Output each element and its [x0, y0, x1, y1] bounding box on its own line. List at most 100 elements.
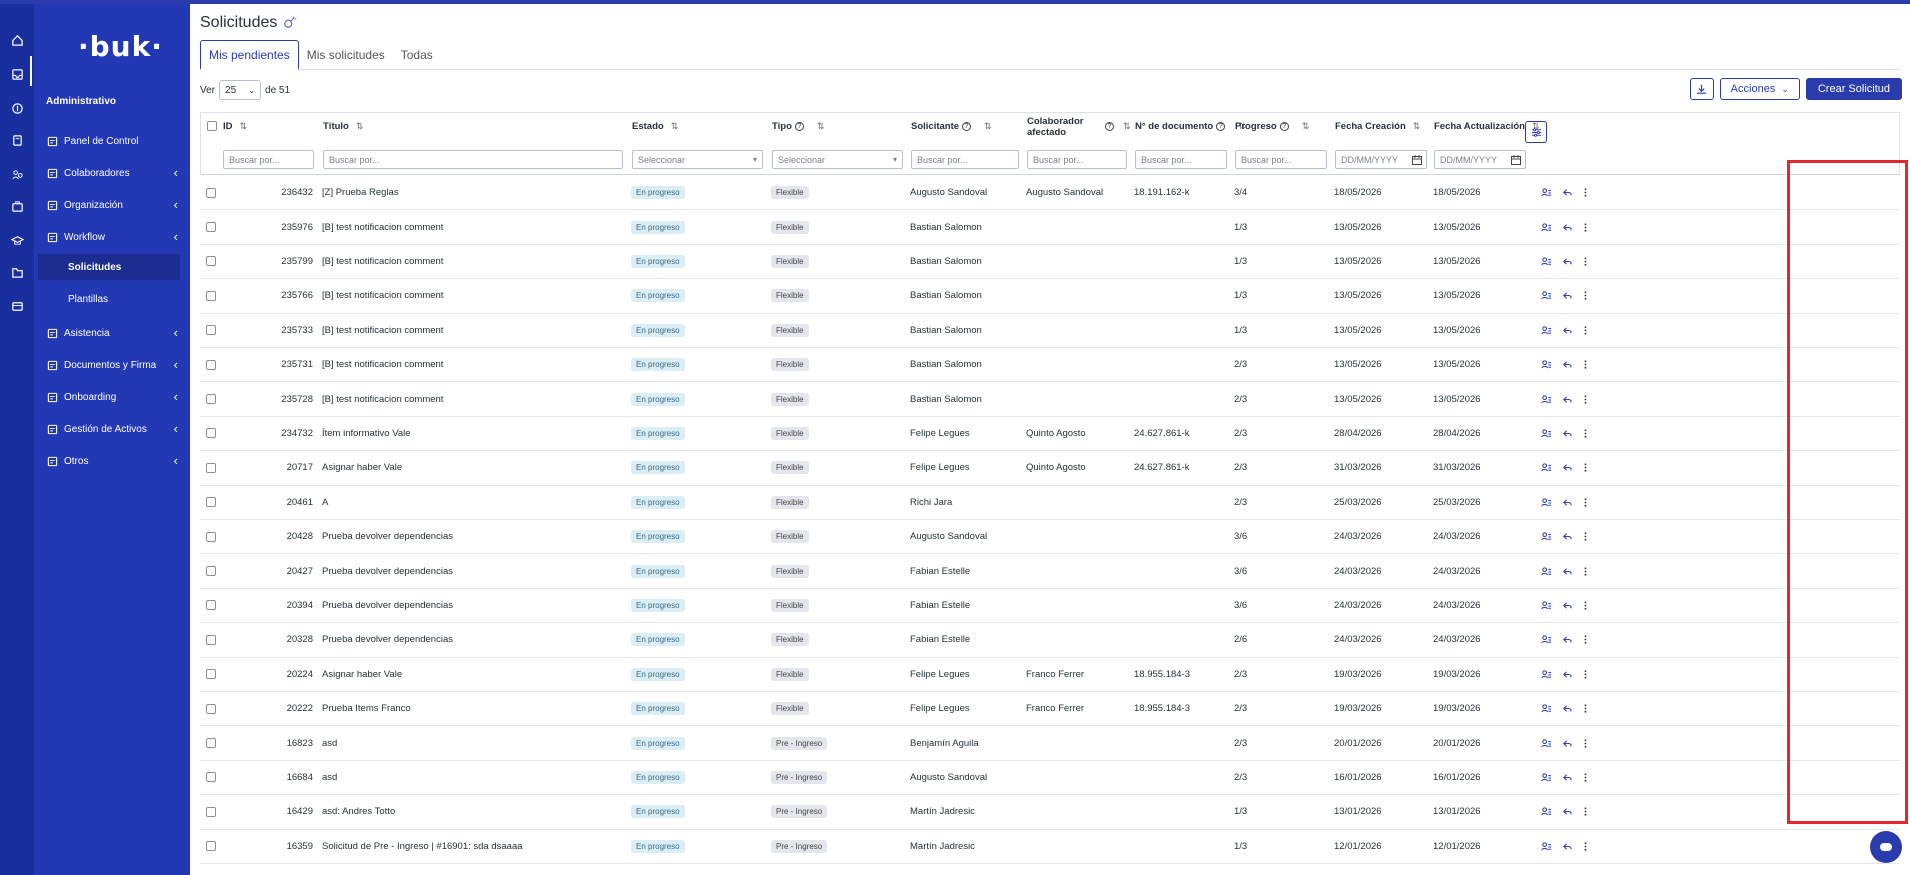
calculator-icon[interactable] — [9, 132, 25, 148]
calendar-icon[interactable] — [1511, 154, 1521, 165]
create-request-button[interactable]: Crear Solicitud — [1805, 78, 1902, 100]
help-icon[interactable]: ? — [1279, 122, 1289, 131]
more-options-icon[interactable] — [1580, 245, 1591, 278]
table-row[interactable]: 234732 Ítem informativo Vale En progreso Fl… — [200, 417, 1900, 452]
reply-icon[interactable] — [1562, 486, 1573, 519]
cell-titulo[interactable]: Prueba devolver dependencias — [322, 554, 453, 587]
cell-titulo[interactable]: [B] test notificacion comment — [322, 314, 443, 347]
table-row[interactable]: 20427 Prueba devolver dependencias En prog… — [200, 554, 1900, 589]
row-checkbox[interactable] — [206, 841, 216, 852]
sidebar-subitem-solicitudes[interactable]: Solicitudes — [38, 254, 180, 280]
cell-titulo[interactable]: Prueba Items Franco — [322, 692, 411, 725]
reply-icon[interactable] — [1562, 692, 1573, 725]
reply-icon[interactable] — [1562, 520, 1573, 553]
reply-icon[interactable] — [1562, 658, 1573, 691]
table-row[interactable]: 16359 Solicitud de Pre - Ingreso | #16901… — [200, 830, 1900, 864]
cell-titulo[interactable]: [B] test notificacion comment — [322, 348, 443, 381]
assign-user-icon[interactable] — [1541, 761, 1552, 794]
cell-titulo[interactable]: asd — [322, 726, 337, 759]
row-checkbox[interactable] — [206, 669, 216, 680]
money-icon[interactable] — [9, 100, 25, 116]
table-row[interactable]: 16429 asd: Andres Totto En progreso Pre - I… — [200, 795, 1900, 830]
chat-button[interactable] — [1870, 831, 1902, 863]
tab-mis-pendientes[interactable]: Mis pendientes — [200, 40, 299, 70]
filter-fecha-creacion-input[interactable]: DD/MM/YYYY — [1335, 150, 1427, 169]
reply-icon[interactable] — [1562, 761, 1573, 794]
row-checkbox[interactable] — [206, 428, 216, 439]
filter-titulo-input[interactable]: Buscar por... — [323, 150, 623, 169]
table-row[interactable]: 20717 Asignar haber Vale En progreso Flexib… — [200, 451, 1900, 486]
assign-user-icon[interactable] — [1541, 520, 1552, 553]
sidebar-item-panel-de-control[interactable]: Panel de Control — [46, 130, 182, 152]
reply-icon[interactable] — [1562, 830, 1573, 863]
graduation-icon[interactable] — [9, 232, 25, 248]
sidebar-item-asistencia[interactable]: Asistencia ‹ — [46, 322, 182, 344]
sort-icon[interactable]: ⇅ — [1123, 121, 1131, 132]
row-checkbox[interactable] — [206, 738, 216, 749]
assign-user-icon[interactable] — [1541, 726, 1552, 759]
table-row[interactable]: 236432 [Z] Prueba Reglas En progreso Flexib… — [200, 176, 1900, 211]
more-options-icon[interactable] — [1580, 658, 1591, 691]
header-progreso[interactable]: Progreso? ⇅ — [1235, 121, 1309, 132]
filter-fecha-actualizacion-input[interactable]: DD/MM/YYYY — [1434, 150, 1526, 169]
row-checkbox[interactable] — [206, 222, 216, 233]
header-fecha-creacion[interactable]: Fecha Creación ⇅ — [1335, 121, 1420, 132]
assign-user-icon[interactable] — [1541, 486, 1552, 519]
row-checkbox[interactable] — [206, 772, 216, 783]
row-checkbox[interactable] — [206, 600, 216, 611]
reply-icon[interactable] — [1562, 348, 1573, 381]
reply-icon[interactable] — [1562, 245, 1573, 278]
row-checkbox[interactable] — [206, 290, 216, 301]
cell-titulo[interactable]: Solicitud de Pre - Ingreso | #16901: sda… — [322, 830, 523, 863]
assign-user-icon[interactable] — [1541, 210, 1552, 243]
filter-id-input[interactable]: Buscar por... — [223, 150, 314, 169]
table-row[interactable]: 20428 Prueba devolver dependencias En prog… — [200, 520, 1900, 555]
inbox-icon[interactable] — [9, 66, 25, 82]
actions-dropdown-button[interactable]: Acciones ⌄ — [1719, 78, 1800, 100]
assign-user-icon[interactable] — [1541, 245, 1552, 278]
more-options-icon[interactable] — [1580, 761, 1591, 794]
more-options-icon[interactable] — [1580, 314, 1591, 347]
header-tipo[interactable]: Tipo? ⇅ — [772, 121, 824, 132]
assign-user-icon[interactable] — [1541, 176, 1552, 209]
tab-mis-solicitudes[interactable]: Mis solicitudes — [299, 40, 393, 70]
assign-user-icon[interactable] — [1541, 348, 1552, 381]
reply-icon[interactable] — [1562, 623, 1573, 656]
help-icon[interactable]: ? — [794, 122, 804, 131]
cell-titulo[interactable]: asd — [322, 761, 337, 794]
row-checkbox[interactable] — [206, 634, 216, 645]
row-checkbox[interactable] — [206, 703, 216, 714]
assign-user-icon[interactable] — [1541, 658, 1552, 691]
calendar-icon[interactable] — [1412, 154, 1422, 165]
sidebar-item-documentos-y-firma[interactable]: Documentos y Firma ‹ — [46, 354, 182, 376]
edit-magic-icon[interactable] — [283, 15, 299, 31]
folder-icon[interactable] — [9, 264, 25, 280]
more-options-icon[interactable] — [1580, 726, 1591, 759]
column-settings-button[interactable] — [1525, 121, 1547, 143]
row-checkbox[interactable] — [206, 187, 216, 198]
more-options-icon[interactable] — [1580, 795, 1591, 828]
table-row[interactable]: 235799 [B] test notificacion comment En pr… — [200, 245, 1900, 280]
more-options-icon[interactable] — [1580, 176, 1591, 209]
reply-icon[interactable] — [1562, 210, 1573, 243]
cell-titulo[interactable]: asd: Andres Totto — [322, 795, 395, 828]
cell-titulo[interactable]: [B] test notificacion comment — [322, 279, 443, 312]
more-options-icon[interactable] — [1580, 382, 1591, 415]
cell-titulo[interactable]: Ítem informativo Vale — [322, 417, 411, 450]
row-checkbox[interactable] — [206, 359, 216, 370]
row-checkbox[interactable] — [206, 806, 216, 817]
card-icon[interactable] — [9, 298, 25, 314]
table-row[interactable]: 235733 [B] test notificacion comment En pr… — [200, 314, 1900, 348]
more-options-icon[interactable] — [1580, 451, 1591, 484]
cell-titulo[interactable]: Asignar haber Vale — [322, 658, 402, 691]
assign-user-icon[interactable] — [1541, 623, 1552, 656]
cell-titulo[interactable]: [B] test notificacion comment — [322, 245, 443, 278]
help-icon[interactable]: ? — [1216, 122, 1226, 131]
filter-solicitante-input[interactable]: Buscar por... — [911, 150, 1019, 169]
sidebar-item-organización[interactable]: Organización ‹ — [46, 194, 182, 216]
header-documento[interactable]: N° de documento? ⇅ — [1135, 121, 1246, 132]
more-options-icon[interactable] — [1580, 623, 1591, 656]
help-icon[interactable]: ? — [1105, 122, 1114, 131]
assign-user-icon[interactable] — [1541, 417, 1552, 450]
row-checkbox[interactable] — [206, 256, 216, 267]
